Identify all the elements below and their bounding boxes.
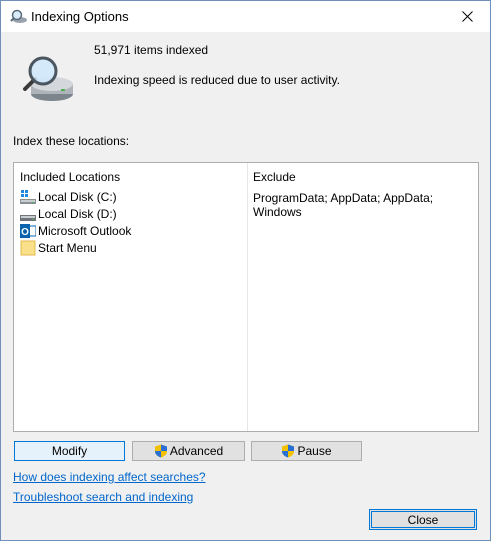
column-divider: [247, 163, 248, 431]
exclude-header[interactable]: Exclude: [253, 170, 296, 184]
outlook-icon: O: [20, 224, 36, 238]
title-bar: Indexing Options: [1, 1, 490, 32]
pause-button-label: Pause: [297, 444, 332, 458]
modify-button-label: Modify: [51, 444, 88, 458]
close-button[interactable]: Close: [369, 509, 477, 530]
location-name: Local Disk (D:): [38, 207, 117, 221]
advanced-button-label: Advanced: [169, 444, 224, 458]
location-row-d-drive[interactable]: Local Disk (D:): [20, 206, 117, 222]
indexing-drive-magnifier-icon: [23, 56, 73, 101]
pause-button[interactable]: Pause: [251, 441, 362, 461]
close-icon: [461, 11, 473, 22]
window-title: Indexing Options: [31, 9, 129, 24]
location-name: Local Disk (C:): [38, 190, 117, 204]
index-locations-label: Index these locations:: [13, 134, 130, 148]
advanced-button[interactable]: Advanced: [132, 441, 245, 461]
troubleshoot-link[interactable]: Troubleshoot search and indexing: [13, 490, 193, 504]
locations-table[interactable]: Included Locations Exclude Local Disk (C…: [13, 162, 479, 432]
location-row-outlook[interactable]: O Microsoft Outlook: [20, 223, 131, 239]
svg-text:O: O: [21, 227, 29, 238]
location-name: Start Menu: [38, 241, 97, 255]
uac-shield-icon: [282, 444, 295, 458]
items-indexed-text: 51,971 items indexed: [94, 43, 209, 57]
close-button-label: Close: [407, 512, 439, 527]
modify-button[interactable]: Modify: [14, 441, 125, 461]
location-row-start-menu[interactable]: Start Menu: [20, 240, 97, 256]
folder-icon: [20, 240, 36, 256]
uac-shield-icon: [154, 444, 167, 458]
close-window-button[interactable]: [444, 1, 490, 32]
location-name: Microsoft Outlook: [38, 224, 132, 238]
indexing-magnifier-icon: [10, 9, 27, 23]
indexing-speed-message: Indexing speed is reduced due to user ac…: [94, 73, 340, 87]
drive-icon: [20, 215, 36, 221]
included-locations-header[interactable]: Included Locations: [20, 170, 120, 184]
windows-drive-icon: [20, 190, 36, 204]
how-indexing-affects-link[interactable]: How does indexing affect searches?: [13, 470, 206, 484]
exclude-list: ProgramData; AppData; AppData; Windows: [253, 191, 434, 219]
indexing-options-dialog: Indexing Options 51,971 items indexed In…: [0, 0, 491, 541]
location-row-c-drive[interactable]: Local Disk (C:): [20, 189, 117, 205]
